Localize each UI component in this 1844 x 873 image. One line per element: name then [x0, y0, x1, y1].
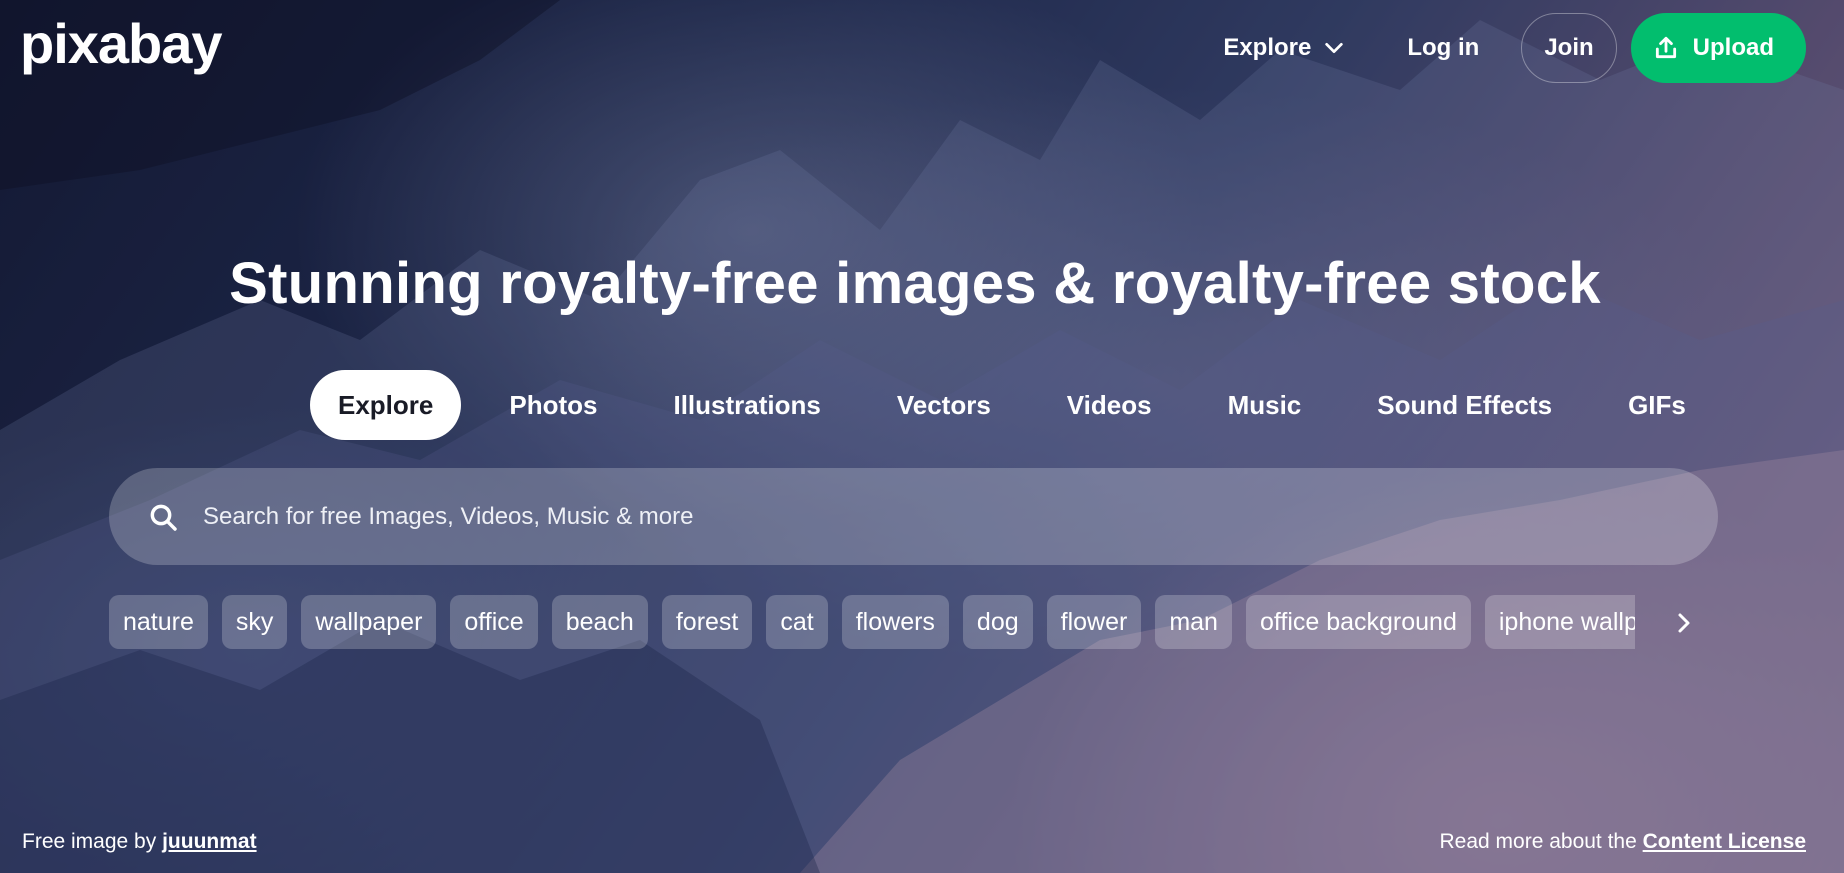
page-headline: Stunning royalty-free images & royalty-f… — [229, 251, 1601, 316]
upload-button[interactable]: Upload — [1630, 13, 1806, 83]
upload-icon — [1655, 36, 1676, 59]
tab-music[interactable]: Music — [1200, 370, 1330, 440]
tag-chip-office-background[interactable]: office background — [1245, 595, 1471, 649]
tag-chip-wallpaper[interactable]: wallpaper — [301, 595, 437, 649]
license-note: Read more about the Content License — [1440, 830, 1807, 854]
pixabay-logo[interactable]: pixabay — [20, 14, 223, 74]
hero-background: pixabay Explore Log in Join Upload Stunn… — [0, 0, 1844, 873]
tab-illustrations[interactable]: Illustrations — [645, 370, 848, 440]
chevron-right-icon — [1678, 613, 1690, 633]
media-type-tabs: Explore Photos Illustrations Vectors Vid… — [310, 370, 1714, 440]
tag-chip-flowers[interactable]: flowers — [841, 595, 949, 649]
tag-chip-iphone-wallpaper[interactable]: iphone wallpaper — [1484, 595, 1635, 649]
search-input[interactable] — [201, 485, 1718, 548]
tab-videos[interactable]: Videos — [1039, 370, 1180, 440]
tag-chip-cat[interactable]: cat — [766, 595, 828, 649]
tab-explore[interactable]: Explore — [310, 370, 462, 440]
top-nav: Explore Log in Join Upload — [1203, 13, 1806, 83]
tag-chip-man[interactable]: man — [1155, 595, 1232, 649]
tab-gifs[interactable]: GIFs — [1600, 370, 1714, 440]
image-credit: Free image by juuunmat — [22, 830, 257, 854]
upload-label: Upload — [1692, 34, 1774, 61]
tag-chip-office[interactable]: office — [450, 595, 538, 649]
chevron-down-icon — [1325, 42, 1344, 54]
license-prefix: Read more about the — [1439, 830, 1637, 853]
tag-chip-flower[interactable]: flower — [1046, 595, 1142, 649]
explore-menu-label: Explore — [1223, 34, 1312, 61]
tag-chip-dog[interactable]: dog — [962, 595, 1033, 649]
search-icon[interactable] — [147, 501, 179, 533]
credit-prefix: Free image by — [22, 830, 157, 853]
tag-chip-forest[interactable]: forest — [661, 595, 753, 649]
search-bar[interactable] — [109, 468, 1718, 565]
join-button[interactable]: Join — [1521, 13, 1617, 83]
explore-menu-button[interactable]: Explore — [1203, 13, 1365, 83]
chips-next-button[interactable] — [1666, 605, 1702, 641]
tag-chip-nature[interactable]: nature — [109, 595, 208, 649]
tab-photos[interactable]: Photos — [481, 370, 625, 440]
tag-chips: nature sky wallpaper office beach forest… — [109, 595, 1635, 649]
tab-sound-effects[interactable]: Sound Effects — [1349, 370, 1580, 440]
tag-chip-beach[interactable]: beach — [551, 595, 648, 649]
tag-chip-sky[interactable]: sky — [221, 595, 288, 649]
login-button[interactable]: Log in — [1379, 13, 1507, 83]
tab-vectors[interactable]: Vectors — [869, 370, 1019, 440]
content-license-link[interactable]: Content License — [1643, 830, 1806, 853]
credit-author-link[interactable]: juuunmat — [162, 830, 257, 853]
